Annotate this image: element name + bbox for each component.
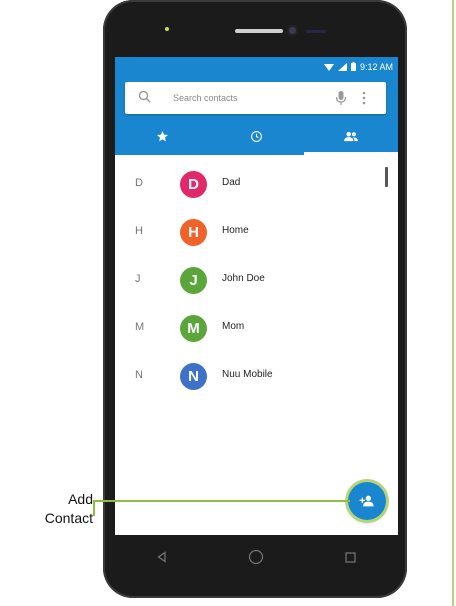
callout-leader-line [95,500,350,502]
wifi-icon [323,63,334,71]
earpiece-speaker [235,29,283,33]
section-letter: N [135,369,143,381]
avatar: M [180,315,207,342]
contact-name: Nuu Mobile [222,369,273,380]
tab-recents[interactable] [209,118,303,155]
callout-line-2: Contact [44,510,93,526]
callout-line-1: Add [68,491,93,507]
back-icon [157,551,166,563]
more-options-icon[interactable] [359,90,369,106]
signal-icon [337,62,347,71]
list-item[interactable]: N N Nuu Mobile [115,353,398,401]
list-item[interactable]: H H Home [115,209,398,257]
nav-back-button[interactable] [115,535,209,579]
contacts-tab-bar [115,118,398,155]
status-bar: 9:12 AM [115,57,398,76]
home-icon [249,549,264,565]
avatar: D [180,171,207,198]
tab-favorites[interactable] [115,118,209,155]
star-icon [156,131,168,142]
phone-frame: 9:12 AM Search contacts D D Dad H H Home… [103,0,407,598]
nav-recents-button[interactable] [304,535,398,579]
list-item[interactable]: J J John Doe [115,257,398,305]
navigation-bar [115,535,398,579]
contact-name: Mom [222,321,245,332]
status-time: 9:12 AM [359,61,393,72]
add-contact-callout: Add Contact [0,490,93,528]
avatar: N [180,363,207,390]
contact-name: John Doe [222,273,265,284]
phone-top-bezel [103,0,407,58]
proximity-sensor [306,30,326,33]
search-icon[interactable] [137,89,153,105]
contact-name: Dad [222,177,241,188]
list-item[interactable]: D D Dad [115,161,398,209]
clock-icon [251,131,262,142]
phone-screen: 9:12 AM Search contacts D D Dad H H Home… [115,57,398,535]
section-letter: H [135,225,143,237]
avatar: H [180,219,207,246]
battery-icon [350,62,356,71]
tab-contacts[interactable] [303,118,398,155]
add-contact-button[interactable] [348,482,386,520]
section-letter: D [135,177,143,189]
search-bar[interactable] [125,82,386,114]
add-contact-icon [359,495,374,507]
section-letter: J [135,273,141,285]
app-header [115,76,398,155]
section-letter: M [135,321,145,333]
contact-name: Home [222,225,249,236]
mic-icon[interactable] [334,89,348,107]
people-icon [343,131,358,142]
page-edge-rule [452,0,454,606]
search-input[interactable] [173,90,313,106]
nav-home-button[interactable] [209,535,303,579]
contact-list: D D Dad H H Home J J John Doe M M Mom N [115,155,398,535]
callout-leader-tick [93,500,95,516]
list-item[interactable]: M M Mom [115,305,398,353]
overview-icon [345,551,356,563]
front-camera [287,25,298,36]
notification-led [165,27,169,31]
avatar: J [180,267,207,294]
